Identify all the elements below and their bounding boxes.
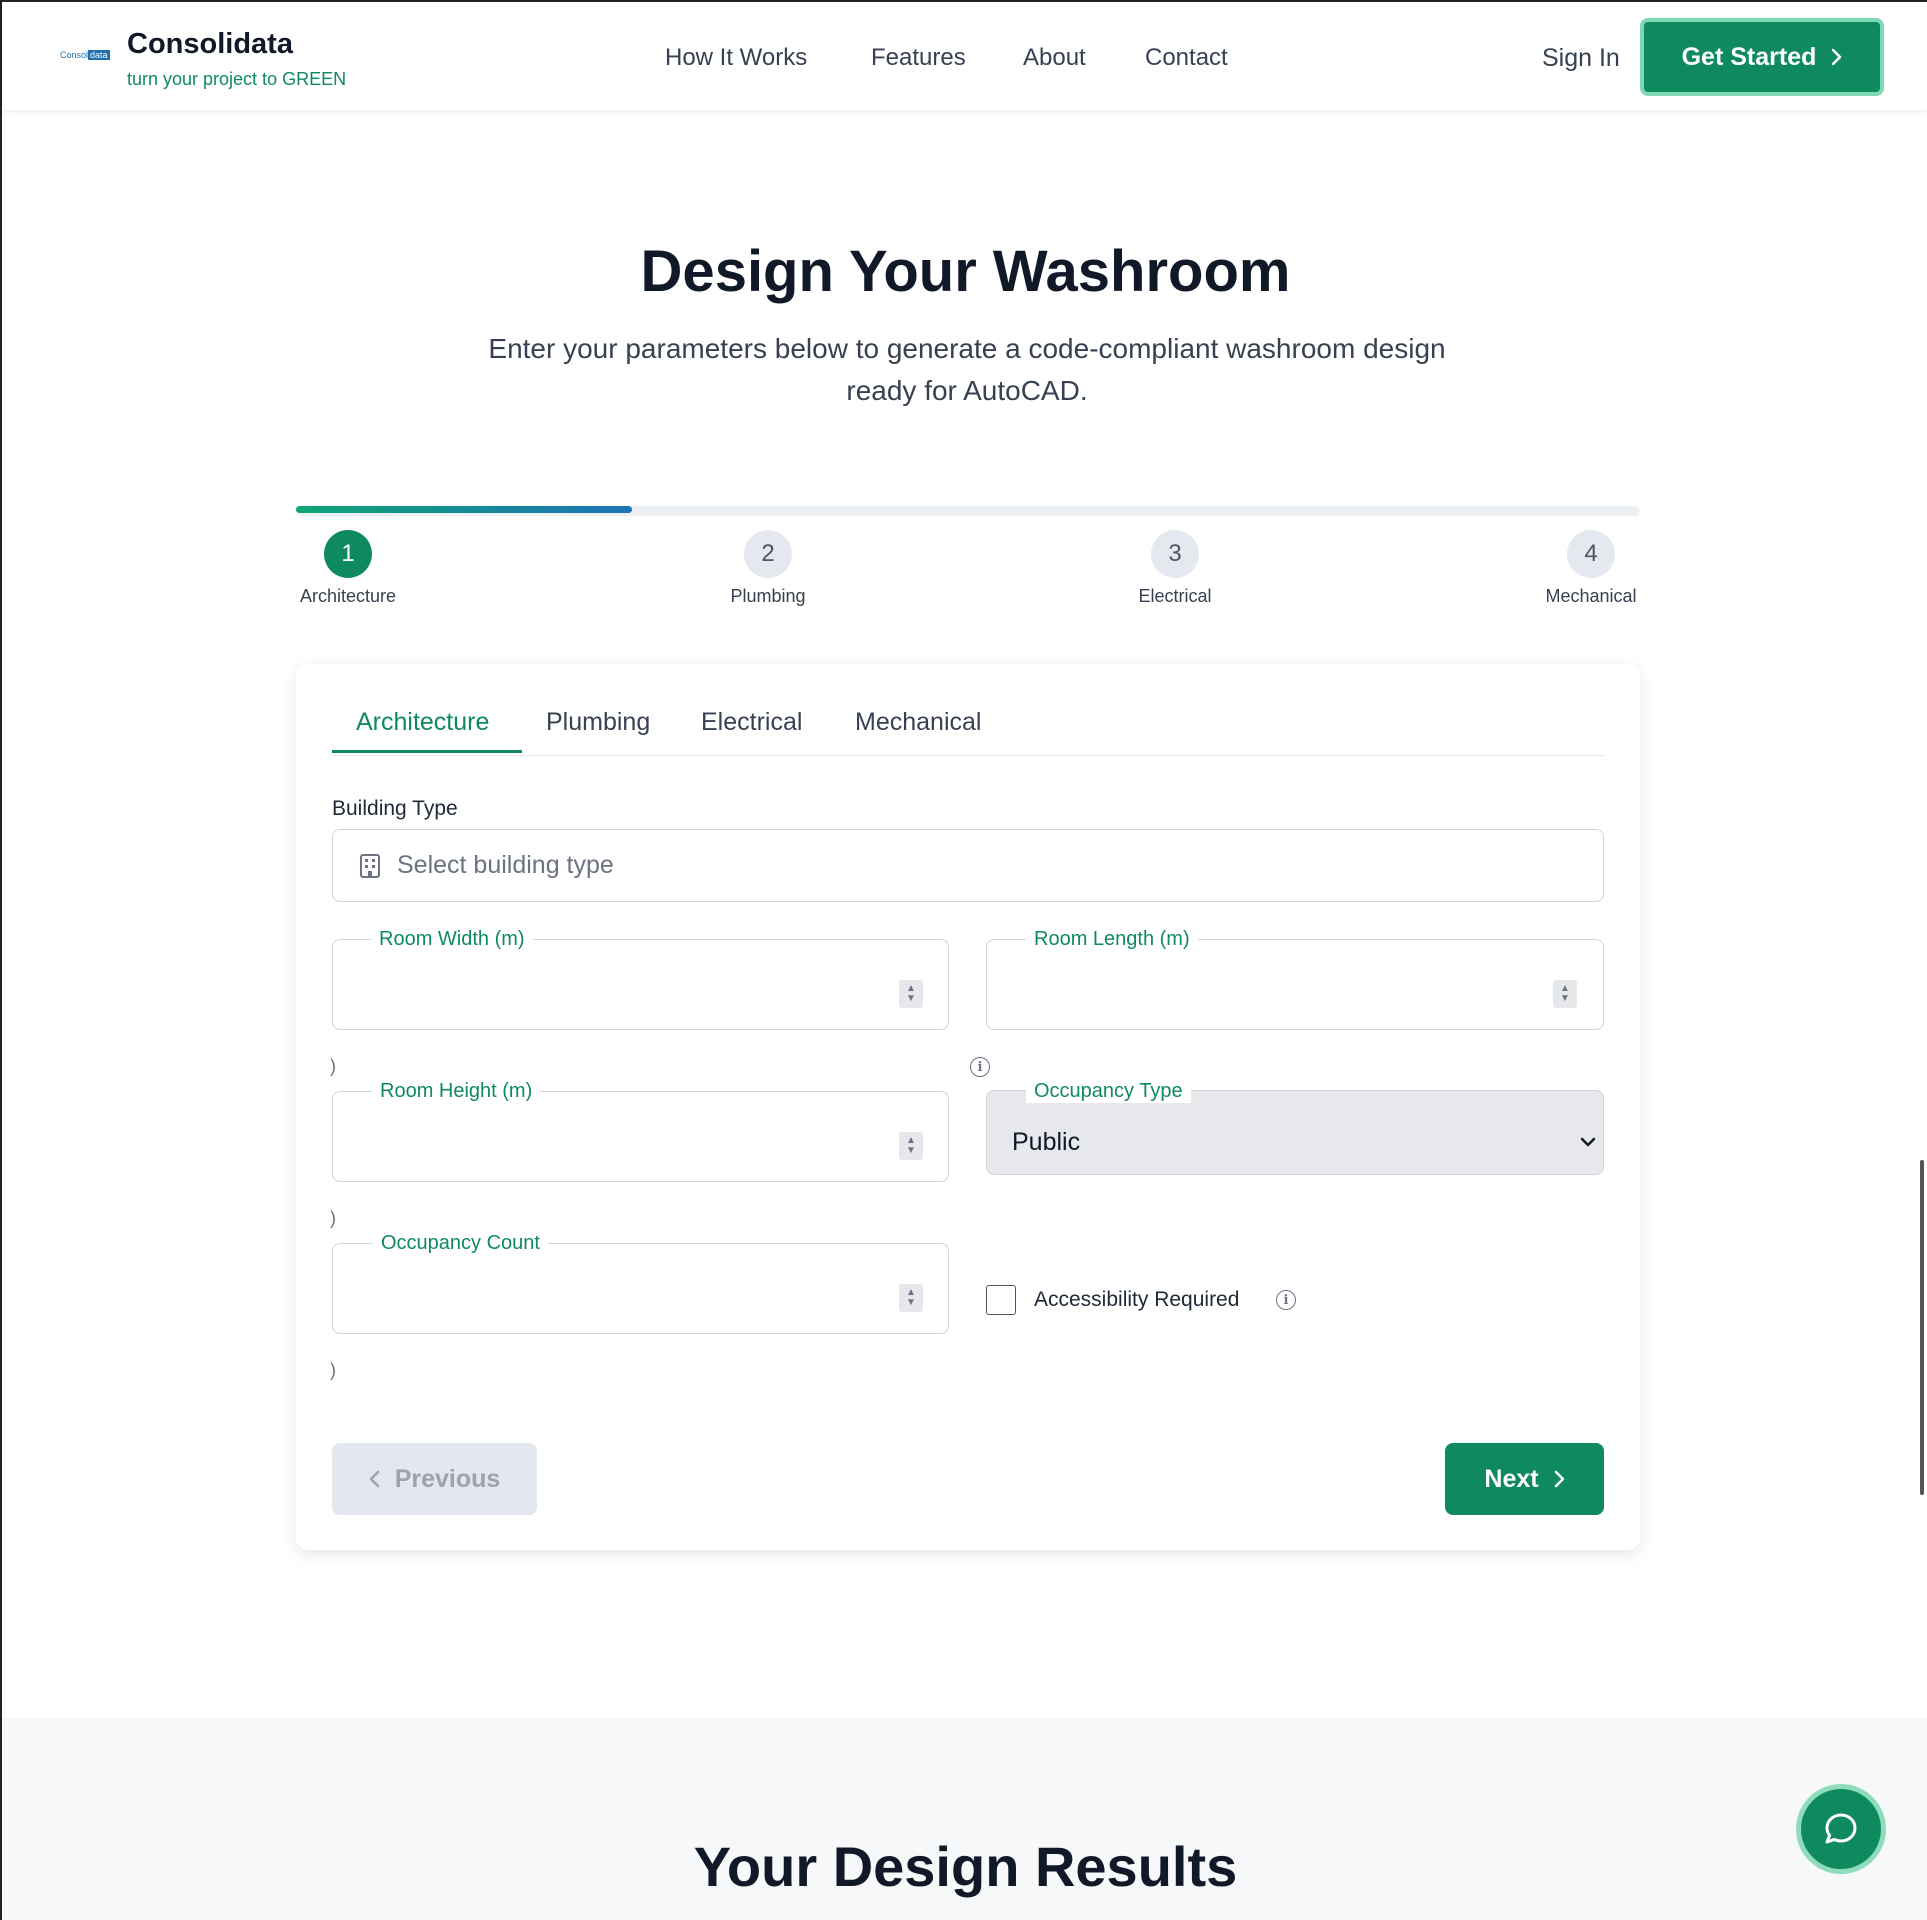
sign-in-link[interactable]: Sign In	[1542, 44, 1620, 73]
step-1-indicator[interactable]: 1	[324, 530, 372, 578]
next-button[interactable]: Next	[1445, 1443, 1604, 1515]
room-length-stepper[interactable]: ▲ ▼	[1553, 980, 1577, 1008]
room-height-stepper[interactable]: ▲ ▼	[899, 1132, 923, 1160]
results-title: Your Design Results	[693, 1835, 1238, 1898]
site-header: Consol data Consolidata turn your project…	[2, 0, 1927, 110]
chevron-right-icon	[1832, 48, 1842, 66]
get-started-button[interactable]: Get Started	[1640, 18, 1884, 96]
brand-tagline: turn your project to GREEN	[127, 69, 347, 89]
tab-divider	[332, 755, 1604, 756]
info-icon[interactable]: i	[1276, 1290, 1296, 1310]
occupancy-count-input[interactable]	[332, 1243, 949, 1334]
nav-about[interactable]: About	[1023, 44, 1086, 72]
page-title: Design Your Washroom	[640, 239, 1291, 304]
occupancy-count-stepper[interactable]: ▲ ▼	[899, 1284, 923, 1312]
chevron-down-icon	[1580, 1137, 1596, 1147]
building-type-label: Building Type	[332, 797, 458, 820]
stray-paren: )	[330, 1360, 336, 1380]
room-length-label: Room Length (m)	[1026, 928, 1198, 951]
stray-paren: )	[330, 1056, 336, 1076]
building-type-placeholder: Select building type	[397, 851, 614, 879]
step-4-indicator[interactable]: 4	[1567, 530, 1615, 578]
room-width-label: Room Width (m)	[371, 928, 533, 951]
occupancy-type-label: Occupancy Type	[1026, 1080, 1191, 1103]
accessibility-checkbox[interactable]	[986, 1285, 1016, 1315]
step-4-label: Mechanical	[1545, 586, 1637, 606]
logo-icon[interactable]: Consol data	[60, 50, 110, 60]
subtitle-line-2: ready for AutoCAD.	[846, 375, 1088, 406]
nav-how-it-works[interactable]: How It Works	[665, 44, 807, 72]
stray-paren: )	[330, 1208, 336, 1228]
previous-label: Previous	[394, 1464, 501, 1493]
room-width-stepper[interactable]: ▲ ▼	[899, 980, 923, 1008]
step-1-label: Architecture	[299, 586, 397, 606]
chevron-right-icon	[1554, 1470, 1564, 1488]
next-label: Next	[1484, 1464, 1539, 1493]
chat-button[interactable]	[1796, 1784, 1886, 1874]
step-3-indicator[interactable]: 3	[1151, 530, 1199, 578]
previous-button[interactable]: Previous	[332, 1443, 537, 1515]
chat-icon	[1825, 1813, 1857, 1844]
nav-features[interactable]: Features	[871, 44, 966, 72]
room-height-label: Room Height (m)	[372, 1080, 541, 1103]
occupancy-count-label: Occupancy Count	[373, 1232, 548, 1255]
get-started-label: Get Started	[1681, 42, 1817, 71]
step-2-indicator[interactable]: 2	[744, 530, 792, 578]
progress-fill	[296, 506, 632, 513]
tab-plumbing[interactable]: Plumbing	[546, 708, 650, 737]
step-3-label: Electrical	[1138, 586, 1212, 606]
subtitle-line-1: Enter your parameters below to generate …	[488, 333, 1446, 364]
page-scrollbar[interactable]	[1920, 1160, 1924, 1495]
active-tab-underline	[332, 750, 522, 753]
tab-mechanical[interactable]: Mechanical	[855, 708, 981, 737]
building-icon	[360, 853, 380, 878]
brand-name[interactable]: Consolidata	[127, 28, 293, 61]
room-length-input[interactable]	[986, 939, 1604, 1030]
page-subtitle: Enter your parameters below to generate …	[462, 328, 1472, 412]
tab-architecture[interactable]: Architecture	[356, 708, 489, 737]
building-type-select[interactable]: Select building type	[332, 829, 1604, 902]
room-width-input[interactable]	[332, 939, 949, 1030]
accessibility-label: Accessibility Required	[1034, 1288, 1240, 1311]
chevron-left-icon	[369, 1470, 379, 1488]
room-height-input[interactable]	[332, 1091, 949, 1182]
occupancy-type-value: Public	[1012, 1128, 1081, 1156]
info-icon[interactable]: i	[970, 1057, 990, 1077]
nav-contact[interactable]: Contact	[1145, 44, 1228, 72]
step-2-label: Plumbing	[730, 586, 806, 606]
tab-electrical[interactable]: Electrical	[701, 708, 802, 737]
